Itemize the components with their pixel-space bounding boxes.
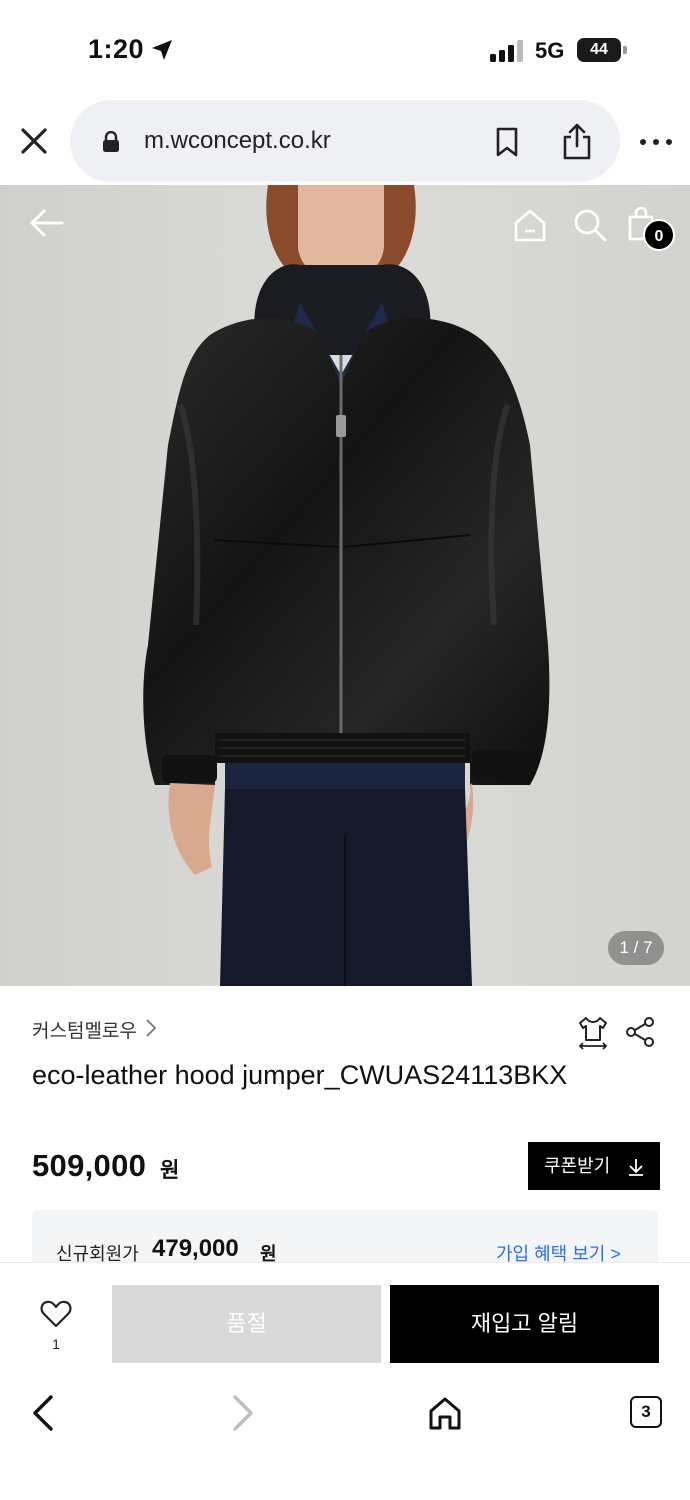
restock-alert-button[interactable]: 재입고 알림 [390,1285,659,1363]
product-photo [0,185,690,986]
heart-icon [40,1300,72,1328]
tabs-button[interactable]: 3 [630,1396,662,1428]
lock-icon [103,131,119,152]
image-pager: 1 / 7 [608,931,664,965]
browser-toolbar: 3 [0,1378,690,1500]
address-bar[interactable]: m.wconcept.co.kr [70,100,620,182]
cart-count-badge: 0 [643,219,675,251]
close-icon[interactable] [18,125,50,157]
size-fit-icon[interactable] [576,1014,610,1050]
brand-link[interactable]: 커스텀멜로우 [32,1016,137,1043]
signal-icon [490,40,523,62]
status-bar: 1:20 5G 44 [0,0,690,100]
product-image-gallery[interactable]: 0 1 / 7 [0,185,690,986]
download-arrow-icon [629,1159,643,1176]
home-icon[interactable] [512,207,548,243]
price-unit: 원 [160,1159,180,1182]
purchase-action-bar: 1 품절 재입고 알림 [0,1262,690,1378]
battery-level: 44 [577,38,621,62]
chevron-right-icon[interactable] [144,1018,158,1038]
share-icon[interactable] [560,122,594,160]
coupon-button[interactable]: 쿠폰받기 [528,1142,660,1190]
soldout-button[interactable]: 품절 [112,1285,381,1363]
like-count: 1 [52,1336,60,1352]
chevron-right-icon[interactable] [230,1394,256,1432]
chevron-left-icon[interactable] [30,1394,56,1432]
location-arrow-icon [152,40,172,60]
coupon-button-label: 쿠폰받기 [544,1156,611,1176]
member-offer-price: 479,000 [152,1235,239,1262]
product-price: 509,000 [32,1148,147,1183]
bookmark-icon[interactable] [495,127,519,157]
url-text: m.wconcept.co.kr [144,127,331,154]
member-offer-box: 신규회원가 479,000 원 가입 혜택 보기 > [32,1210,658,1266]
back-arrow-icon[interactable] [28,207,64,239]
product-title: eco-leather hood jumper_CWUAS24113BKX [32,1060,568,1090]
search-icon[interactable] [572,207,608,243]
more-icon[interactable] [638,132,674,152]
battery-indicator: 44 [577,38,627,62]
share-nodes-icon[interactable] [624,1016,656,1048]
network-type: 5G [535,38,565,63]
home-icon[interactable] [427,1395,463,1431]
status-time: 1:20 [88,34,145,64]
like-button[interactable]: 1 [34,1299,78,1359]
